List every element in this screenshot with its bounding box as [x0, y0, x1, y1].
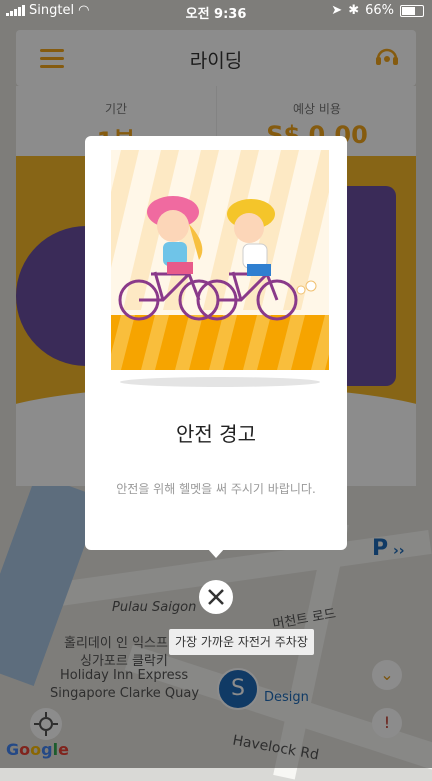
battery-percent: 66% — [365, 3, 394, 18]
location-icon: ➤ — [331, 3, 343, 18]
close-button[interactable] — [199, 580, 233, 614]
nearest-parking-tooltip[interactable]: 가장 가까운 자전거 주차장 — [169, 629, 314, 655]
modal-message: 안전을 위해 헬멧을 써 주시기 바랍니다. — [116, 482, 316, 496]
modal-pointer — [207, 548, 225, 558]
modal-title: 안전 경고 — [176, 422, 256, 446]
close-icon — [208, 589, 224, 605]
battery-icon — [400, 4, 424, 17]
bluetooth-icon: ✱ — [348, 3, 360, 18]
status-bar: Singtel ◠ 오전 9:36 ➤ ✱ 66% — [0, 0, 432, 22]
safety-warning-modal: 안전 경고 안전을 위해 헬멧을 써 주시기 바랍니다. — [85, 136, 347, 558]
kids-cycling-illustration — [111, 150, 329, 387]
